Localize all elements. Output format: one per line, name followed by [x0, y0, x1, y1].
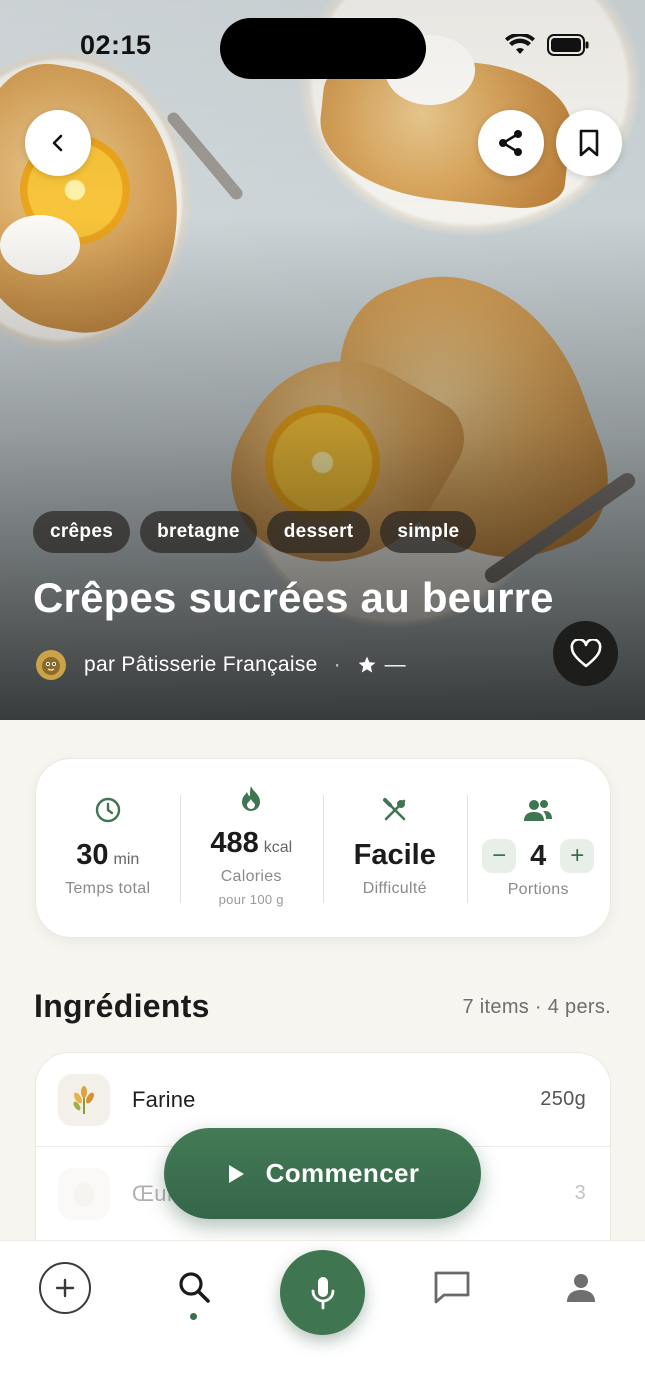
ingredient-qty: 3: [574, 1182, 586, 1204]
avatar-icon: [42, 657, 60, 675]
tag-chip[interactable]: simple: [380, 511, 477, 553]
star-icon: [358, 656, 375, 673]
wheat-icon: [58, 1073, 110, 1126]
portions-label: Portions: [507, 881, 569, 898]
bookmark-button[interactable]: [556, 110, 622, 176]
profile-icon: [567, 1274, 595, 1302]
heart-icon: [570, 638, 601, 667]
nav-chat-button[interactable]: [428, 1263, 476, 1311]
rating-value: —: [384, 653, 406, 676]
portions-stepper: − 4 +: [482, 839, 595, 873]
tag-chip[interactable]: bretagne: [140, 511, 257, 553]
author-name[interactable]: par Pâtisserie Française: [84, 653, 318, 677]
egg-icon: [58, 1167, 110, 1220]
tag-chip[interactable]: crêpes: [33, 511, 131, 553]
rating: —: [357, 653, 406, 677]
favorite-button[interactable]: [553, 621, 618, 686]
clock-icon: [94, 795, 122, 825]
time-unit: min: [113, 851, 140, 868]
difficulty-value: Facile: [353, 839, 436, 871]
stat-value: 30 min: [76, 839, 139, 872]
recipe-title: Crêpes sucrées au beurre: [33, 574, 554, 621]
nav-search-button[interactable]: [170, 1263, 218, 1311]
tag-chip[interactable]: dessert: [266, 511, 371, 553]
stat-value: Facile: [354, 839, 436, 872]
calories-label: Calories: [220, 868, 282, 885]
author-row[interactable]: par Pâtisserie Française · —: [36, 650, 406, 680]
portions-increment-button[interactable]: +: [560, 839, 595, 873]
stat-calories: 488 kcal Calories pour 100 g: [179, 759, 324, 937]
play-icon: [228, 1164, 244, 1183]
calories-sublabel: pour 100 g: [218, 892, 284, 907]
portions-decrement-button[interactable]: −: [482, 839, 517, 873]
difficulty-label: Difficulté: [362, 880, 427, 897]
status-icons: [505, 34, 589, 56]
bottom-nav: [0, 1240, 645, 1398]
ingredient-qty: 250g: [540, 1088, 586, 1110]
nav-active-indicator: [190, 1313, 197, 1320]
start-cooking-label: Commencer: [265, 1158, 420, 1188]
stat-time: 30 min Temps total: [36, 759, 180, 937]
mic-icon: [311, 1276, 334, 1309]
plus-icon: [55, 1278, 75, 1298]
nav-mic-button[interactable]: [280, 1250, 365, 1335]
share-button[interactable]: [478, 110, 544, 176]
flame-icon: [239, 783, 263, 813]
time-value: 30: [76, 839, 109, 871]
battery-icon: [547, 34, 589, 56]
stat-difficulty: Facile Difficulté: [323, 759, 467, 937]
calories-unit: kcal: [263, 839, 293, 856]
ingredients-title: Ingrédients: [34, 988, 210, 1024]
status-time: 02:15: [80, 30, 152, 60]
stat-portions: − 4 + Portions: [466, 759, 611, 937]
share-icon: [499, 130, 522, 156]
ingredient-name: Farine: [132, 1086, 196, 1112]
chevron-left-icon: [52, 134, 63, 152]
nav-profile-button[interactable]: [557, 1263, 605, 1311]
chat-icon: [434, 1271, 470, 1304]
users-icon: [523, 795, 553, 825]
utensils-icon: [381, 795, 409, 825]
back-button[interactable]: [25, 110, 91, 176]
nav-add-button[interactable]: [39, 1262, 91, 1314]
start-cooking-button[interactable]: Commencer: [164, 1128, 481, 1219]
stat-value: 488 kcal: [210, 827, 292, 860]
calories-value: 488: [210, 827, 259, 859]
wifi-icon: [505, 34, 535, 54]
separator: ·: [333, 653, 341, 676]
search-icon: [179, 1272, 210, 1303]
author-avatar: [36, 650, 66, 680]
recipe-stats-card: 30 min Temps total 488 kcal Calories pou…: [35, 758, 611, 938]
ingredients-meta: 7 items · 4 pers.: [462, 996, 611, 1018]
bookmark-icon: [579, 129, 599, 157]
time-label: Temps total: [65, 880, 151, 897]
dynamic-island: [220, 18, 426, 79]
tag-list: crêpes bretagne dessert simple: [33, 511, 477, 553]
portions-value: 4: [530, 839, 547, 872]
